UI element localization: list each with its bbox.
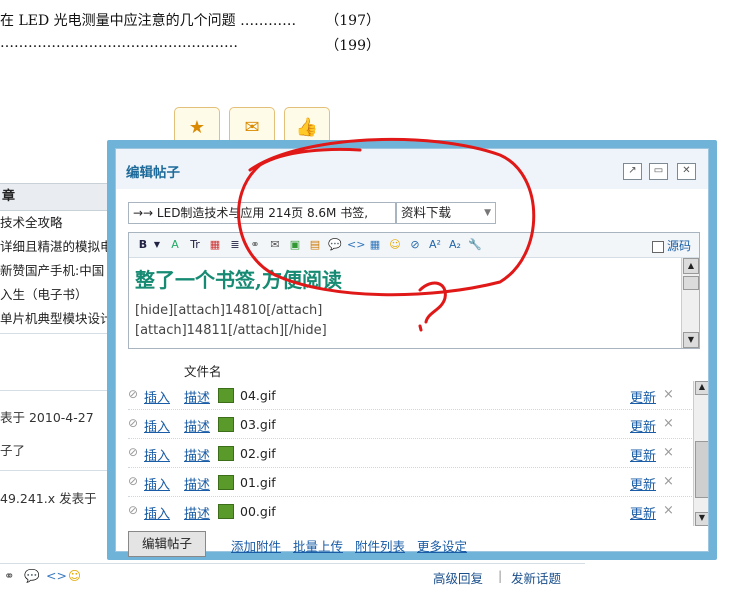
red-annotation-scribble	[237, 137, 536, 332]
